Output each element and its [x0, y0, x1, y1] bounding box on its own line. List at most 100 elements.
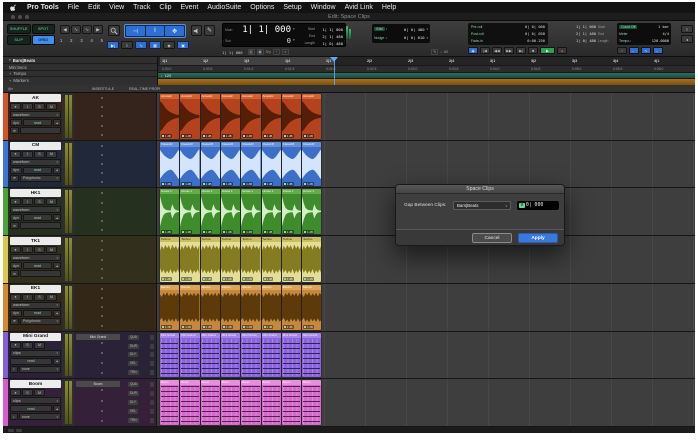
- cancel-button[interactable]: Cancel: [472, 233, 512, 243]
- grid-value[interactable]: 0| 0| 480: [404, 27, 425, 32]
- timebase-icon[interactable]: ▴: [53, 167, 61, 174]
- clip-gain-badge[interactable]: 1 dB: [303, 182, 314, 186]
- clip-gain-badge[interactable]: 1 dB: [242, 134, 253, 138]
- insert-slot[interactable]: [101, 240, 103, 242]
- timeline-insertion-icon[interactable]: ▥: [248, 49, 255, 55]
- solo-button[interactable]: S: [34, 151, 45, 158]
- clip-mini-grand[interactable]: Mini Grand: [262, 333, 281, 378]
- clip-acoustic[interactable]: Acoustic1 dB: [262, 94, 281, 139]
- min-secs-ruler[interactable]: 0:00.00:00.50:01.00:01.50:02.00:02.50:03…: [158, 65, 695, 72]
- clip-gain-badge[interactable]: 1 dB: [202, 277, 213, 281]
- clip-electro[interactable]: Electro1 dB: [160, 285, 179, 330]
- clip-techno[interactable]: Techno1 dB: [221, 237, 240, 282]
- mode-grid-button[interactable]: GRID: [32, 35, 56, 45]
- clip-gain-badge[interactable]: 1 dB: [283, 325, 294, 329]
- min-secs-ruler-label[interactable]: Min:Secs: [9, 65, 27, 70]
- elastic-audio-icon[interactable]: ≋: [10, 222, 19, 229]
- clip-mini-grand[interactable]: Mini Grand: [180, 333, 199, 378]
- transport-start-value[interactable]: 1| 1| 000: [571, 25, 596, 29]
- record-button[interactable]: ●: [557, 47, 567, 54]
- timer-icon[interactable]: ◔: [273, 49, 280, 55]
- automation-mode-selector[interactable]: read: [23, 310, 52, 317]
- fadein-label[interactable]: Fade-in: [471, 39, 499, 43]
- clip-acoustic[interactable]: Acoustic1 dB: [221, 94, 240, 139]
- postroll-value[interactable]: 0| 0| 058: [525, 32, 545, 36]
- clip-house-1[interactable]: House 11 dB: [221, 189, 240, 234]
- gap-value-selected-segment[interactable]: 0: [519, 203, 525, 208]
- menu-clip[interactable]: Clip: [159, 4, 171, 11]
- clip-gain-badge[interactable]: 1 dB: [222, 182, 233, 186]
- menu-file[interactable]: File: [68, 4, 79, 11]
- rtp-dly[interactable]: DLY: [128, 400, 138, 405]
- record-enable-button[interactable]: ●: [10, 389, 21, 396]
- clip-gain-badge[interactable]: 1 dB: [242, 325, 253, 329]
- tempo-ruler-label[interactable]: Tempo: [13, 71, 26, 76]
- clip-gain-badge[interactable]: 1 dB: [202, 325, 213, 329]
- record-enable-button[interactable]: ●: [10, 198, 21, 205]
- insert-slot[interactable]: [101, 389, 103, 391]
- apply-button[interactable]: Apply: [518, 233, 558, 243]
- automation-mode-selector[interactable]: read: [23, 167, 52, 174]
- mirrored-midi-button[interactable]: ≡: [121, 41, 133, 49]
- nudge-caret-icon[interactable]: ▾: [426, 36, 428, 40]
- voice-selector[interactable]: dyn: [10, 119, 22, 126]
- link-track-button[interactable]: ▦: [149, 41, 161, 49]
- clip-gain-badge[interactable]: 1 dB: [303, 277, 314, 281]
- track-lane[interactable]: Electro1 dBElectro1 dBElectro1 dBElectro…: [157, 284, 695, 331]
- clip-techno[interactable]: Techno1 dB: [241, 237, 260, 282]
- track-view-selector[interactable]: waveform▾: [10, 206, 61, 213]
- clip-mini-grand[interactable]: Mini Grand: [282, 333, 301, 378]
- zoom-preset-4[interactable]: 4: [90, 38, 92, 43]
- insert-slot[interactable]: [101, 372, 103, 374]
- clip-classicr[interactable]: ClassicR1 dB: [160, 142, 179, 187]
- online-button[interactable]: ◉: [468, 47, 478, 54]
- clip-gain-badge[interactable]: 1 dB: [222, 277, 233, 281]
- clip-boom[interactable]: Boom: [180, 380, 199, 425]
- insert-slot[interactable]: [101, 163, 103, 165]
- clip-gain-badge[interactable]: 1 dB: [161, 325, 172, 329]
- clip-house-1[interactable]: House 11 dB: [201, 189, 220, 234]
- clip-gain-badge[interactable]: 1 dB: [303, 134, 314, 138]
- rtp-dur[interactable]: DUR: [128, 344, 139, 349]
- clip-electro[interactable]: Electro1 dB: [282, 285, 301, 330]
- preroll-label[interactable]: Pre-roll: [471, 25, 499, 29]
- voice-selector[interactable]: dyn: [10, 262, 22, 269]
- fast-forward-button[interactable]: ▶▶: [504, 47, 514, 54]
- input-monitor-button[interactable]: I: [22, 103, 33, 110]
- bottom-scroll-strip[interactable]: [3, 427, 695, 433]
- automation-follows-button[interactable]: ▣: [177, 41, 189, 49]
- track-name[interactable]: Mini Grand: [10, 333, 61, 341]
- insert-slot[interactable]: [101, 342, 103, 344]
- timebase-icon[interactable]: ▴: [53, 358, 61, 365]
- grid-caret-icon[interactable]: ▾: [426, 27, 428, 31]
- clip-gain-badge[interactable]: 1 dB: [283, 134, 294, 138]
- clip-electro[interactable]: Electro1 dB: [201, 285, 220, 330]
- sub-caret-icon[interactable]: ▾: [293, 38, 295, 42]
- insert-slot[interactable]: [101, 115, 103, 117]
- clip-mini-grand[interactable]: Mini Grand: [302, 333, 321, 378]
- toolbar-menu-icon[interactable]: ≡: [681, 25, 693, 33]
- clip-boom[interactable]: Boom: [241, 380, 260, 425]
- clip-gain-badge[interactable]: 1 dB: [263, 134, 274, 138]
- clip-gain-badge[interactable]: 1 dB: [181, 230, 192, 234]
- tab-to-transient-button[interactable]: ▶|: [107, 41, 119, 49]
- rtp-trn[interactable]: TRN: [128, 370, 139, 375]
- elastic-audio-selector[interactable]: Polyphonic▾: [20, 318, 61, 325]
- menu-track[interactable]: Track: [133, 4, 150, 11]
- clip-acoustic[interactable]: Acoustic1 dB: [302, 94, 321, 139]
- zoom-out-icon[interactable]: ◀: [60, 25, 70, 34]
- zoomer-tool-button[interactable]: [108, 25, 120, 36]
- clip-boom[interactable]: Boom: [160, 380, 179, 425]
- insert-plugin[interactable]: Mini Grand: [76, 334, 120, 340]
- insert-slot[interactable]: [101, 297, 103, 299]
- mode-spot-button[interactable]: SPOT: [32, 24, 56, 34]
- transport-length-value[interactable]: 1| 0| 480: [571, 39, 596, 43]
- clip-boom[interactable]: Boom: [262, 380, 281, 425]
- selection-length-value[interactable]: 1| 0| 480: [317, 41, 343, 46]
- solo-button[interactable]: S: [22, 342, 33, 349]
- clip-gain-badge[interactable]: 1 dB: [161, 182, 172, 186]
- clip-boom[interactable]: Boom: [302, 380, 321, 425]
- clip-boom[interactable]: Boom: [201, 380, 220, 425]
- mute-button[interactable]: M: [46, 103, 57, 110]
- postroll-label[interactable]: Post-roll: [471, 32, 499, 36]
